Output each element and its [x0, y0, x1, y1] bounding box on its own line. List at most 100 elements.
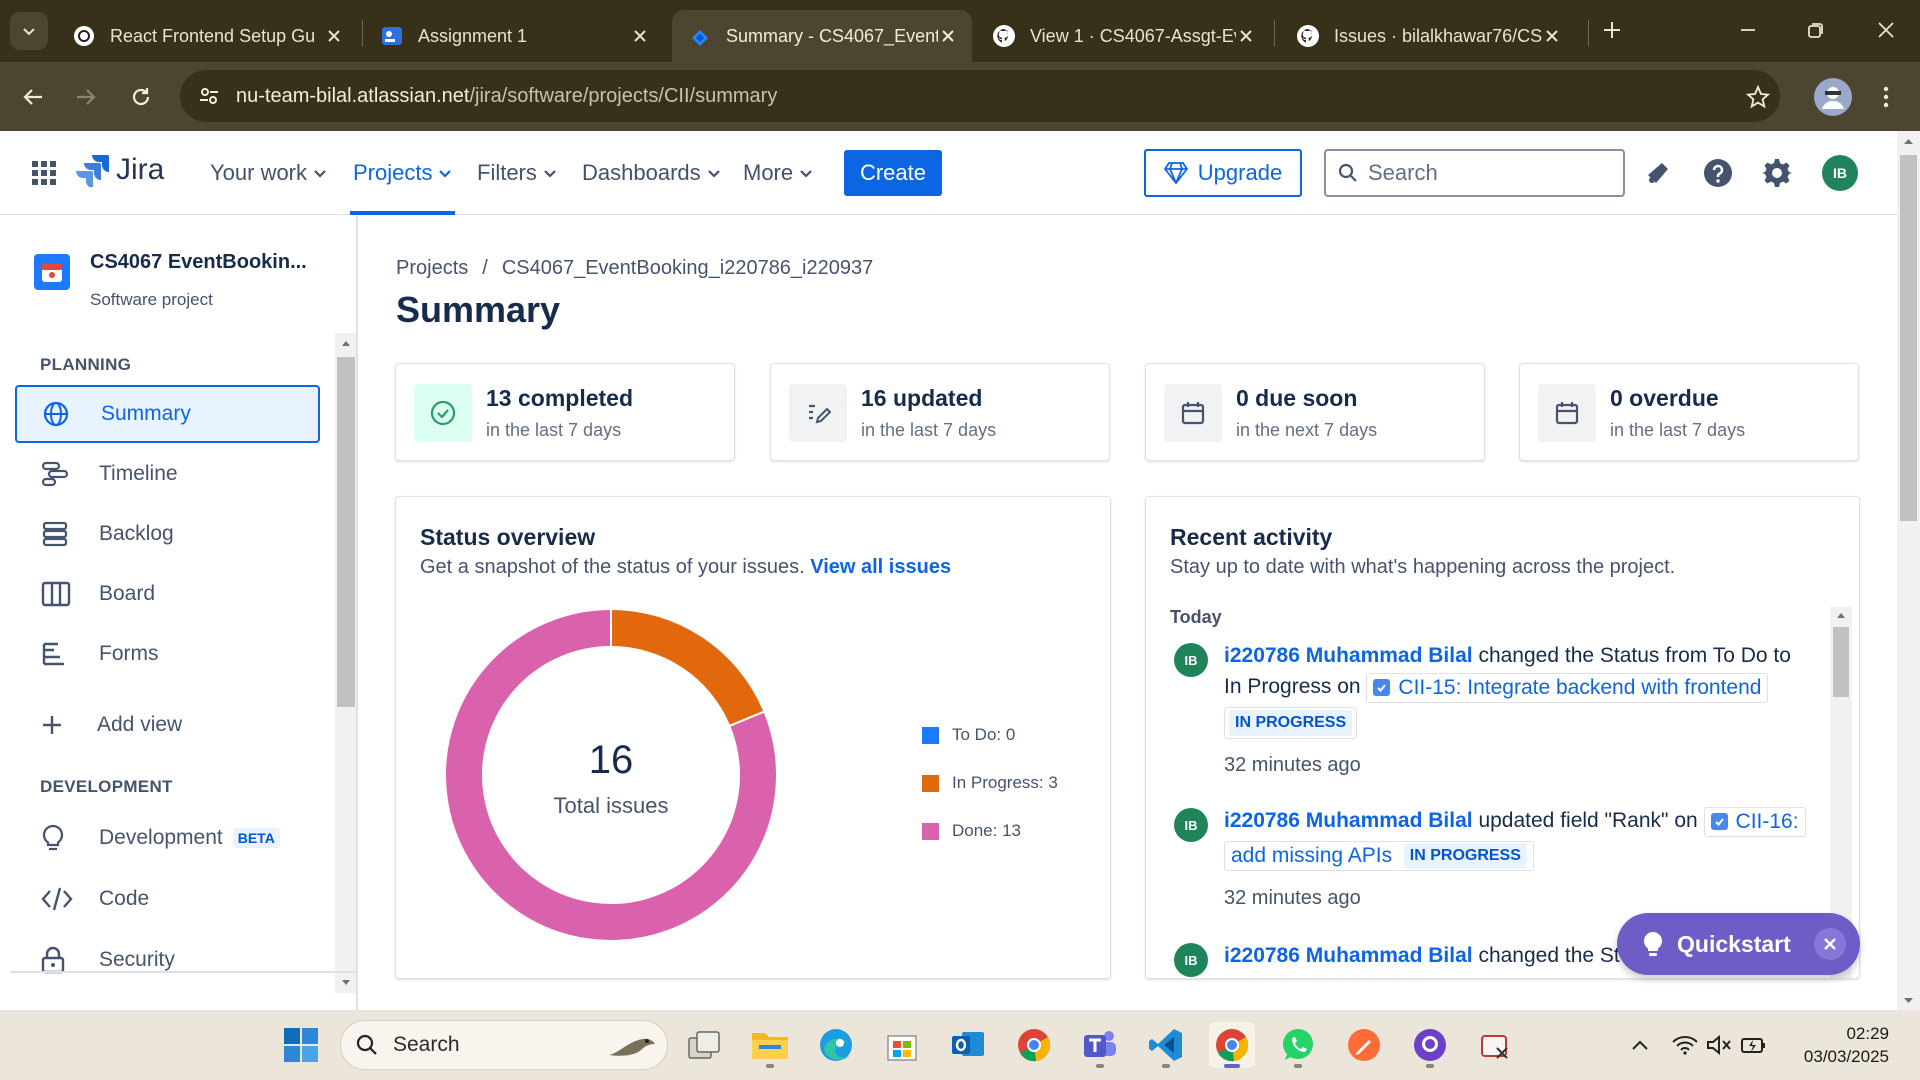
nav-dashboards[interactable]: Dashboards: [582, 151, 721, 195]
breadcrumb-projects[interactable]: Projects: [396, 257, 468, 280]
taskbar-whatsapp[interactable]: [1275, 1022, 1321, 1068]
taskbar-postman[interactable]: [1341, 1022, 1387, 1068]
reload-button[interactable]: [123, 79, 159, 115]
legend-item-todo[interactable]: To Do: 0: [922, 725, 1015, 745]
code-icon: [41, 887, 73, 911]
breadcrumb-project[interactable]: CS4067_EventBooking_i220786_i220937: [502, 257, 873, 280]
sidebar-item-development[interactable]: Development BETA: [15, 809, 320, 867]
create-button[interactable]: Create: [844, 150, 942, 196]
avatar[interactable]: IB: [1174, 643, 1208, 677]
search-field[interactable]: [1324, 149, 1625, 197]
close-tab-icon[interactable]: [938, 26, 958, 46]
taskbar-snipping-tool[interactable]: [1473, 1022, 1519, 1068]
system-tray[interactable]: [1665, 1022, 1773, 1068]
nav-more[interactable]: More: [743, 151, 813, 195]
project-name[interactable]: CS4067 EventBookin...: [90, 251, 307, 274]
back-button[interactable]: [15, 79, 51, 115]
search-input[interactable]: [1368, 160, 1588, 186]
taskbar-file-explorer[interactable]: [747, 1022, 793, 1068]
view-all-issues-link[interactable]: View all issues: [810, 556, 951, 578]
minimize-button[interactable]: [1728, 12, 1768, 48]
task-view-button[interactable]: [681, 1022, 727, 1068]
taskbar-edge[interactable]: [813, 1022, 859, 1068]
tab-list-button[interactable]: [10, 12, 48, 50]
notifications-button[interactable]: [1636, 151, 1680, 195]
app-switcher-button[interactable]: [22, 151, 66, 195]
sidebar-item-code[interactable]: Code: [15, 870, 320, 928]
sidebar-item-timeline[interactable]: Timeline: [15, 445, 320, 503]
sidebar-item-forms[interactable]: Forms: [15, 625, 320, 683]
activity-user-link[interactable]: i220786 Muhammad Bilal: [1224, 644, 1473, 667]
activity-user-link[interactable]: i220786 Muhammad Bilal: [1224, 809, 1473, 832]
avatar[interactable]: IB: [1174, 943, 1208, 977]
sidebar-item-board[interactable]: Board: [15, 565, 320, 623]
taskbar-store[interactable]: [879, 1022, 925, 1068]
stat-card-updated[interactable]: 16 updated in the last 7 days: [770, 363, 1110, 461]
issue-link[interactable]: add missing APIs IN PROGRESS: [1224, 840, 1534, 871]
nav-your-work[interactable]: Your work: [210, 151, 327, 195]
issue-link[interactable]: CII-15: Integrate backend with frontend: [1366, 672, 1769, 703]
browser-tab[interactable]: React Frontend Setup Gu: [56, 10, 358, 62]
jira-logo-text: Jira: [116, 153, 165, 186]
browser-menu-button[interactable]: [1868, 79, 1904, 115]
jira-logo[interactable]: Jira: [76, 153, 164, 187]
close-window-button[interactable]: [1866, 12, 1906, 48]
sidebar-item-security[interactable]: Security: [15, 931, 320, 989]
page-scroll-thumb[interactable]: [1900, 155, 1917, 521]
legend-swatch: [922, 726, 939, 744]
close-icon[interactable]: [1814, 928, 1846, 960]
stat-card-completed[interactable]: 13 completed in the last 7 days: [395, 363, 735, 461]
start-button[interactable]: [278, 1022, 324, 1068]
taskbar-vscode[interactable]: [1143, 1022, 1189, 1068]
show-hidden-icons-button[interactable]: [1617, 1022, 1663, 1068]
restore-button[interactable]: [1796, 12, 1836, 48]
taskbar-clock[interactable]: 02:29 03/03/2025: [1795, 1022, 1889, 1068]
donut-slice-in-progress[interactable]: [610, 607, 766, 728]
activity-user-link[interactable]: i220786 Muhammad Bilal: [1224, 944, 1473, 967]
backlog-icon: [42, 521, 68, 547]
profile-button[interactable]: IB: [1818, 151, 1862, 195]
outlook-icon: [952, 1032, 984, 1056]
browser-tab[interactable]: View 1 · CS4067-Assgt-Ev: [976, 10, 1270, 62]
stat-card-due-soon[interactable]: 0 due soon in the next 7 days: [1145, 363, 1485, 461]
activity-scroll-thumb[interactable]: [1833, 627, 1849, 697]
taskbar-chrome-profile[interactable]: [1209, 1022, 1255, 1068]
new-tab-button[interactable]: [1592, 12, 1632, 48]
forward-button[interactable]: [68, 79, 104, 115]
nav-filters[interactable]: Filters: [477, 151, 557, 195]
nav-projects[interactable]: Projects: [349, 151, 456, 215]
close-tab-icon[interactable]: [324, 26, 344, 46]
issue-link[interactable]: CII-16:: [1703, 806, 1806, 837]
stat-card-overdue[interactable]: 0 overdue in the last 7 days: [1519, 363, 1859, 461]
close-tab-icon[interactable]: [630, 26, 650, 46]
taskbar-teams[interactable]: [1077, 1022, 1123, 1068]
profile-avatar[interactable]: [1814, 78, 1852, 116]
close-tab-icon[interactable]: [1236, 26, 1256, 46]
sidebar-item-backlog[interactable]: Backlog: [15, 505, 320, 563]
legend-item-in-progress[interactable]: In Progress: 3: [922, 773, 1058, 793]
upgrade-button[interactable]: Upgrade: [1144, 149, 1302, 197]
bird-illustration-icon: [609, 1038, 655, 1056]
close-tab-icon[interactable]: [1542, 26, 1562, 46]
help-button[interactable]: [1696, 151, 1740, 195]
browser-tab[interactable]: Assignment 1: [364, 10, 664, 62]
legend-item-done[interactable]: Done: 13: [922, 821, 1021, 841]
tab-title: View 1 · CS4067-Assgt-Ev: [1030, 25, 1236, 46]
sidebar-item-summary[interactable]: Summary: [15, 385, 320, 443]
settings-button[interactable]: [1755, 151, 1799, 195]
page-scrollbar[interactable]: [1897, 131, 1920, 1010]
nav-label: Dashboards: [582, 160, 701, 185]
address-bar[interactable]: nu-team-bilal.atlassian.net/jira/softwar…: [180, 70, 1780, 122]
sidebar-scrollbar[interactable]: [335, 333, 356, 993]
browser-tab[interactable]: Issues · bilalkhawar76/CS: [1280, 10, 1576, 62]
browser-tab-active[interactable]: Summary - CS4067_Event: [672, 10, 972, 62]
avatar[interactable]: IB: [1174, 808, 1208, 842]
quickstart-button[interactable]: Quickstart: [1617, 913, 1860, 975]
add-view-button[interactable]: Add view: [15, 696, 320, 754]
sidebar-scroll-thumb[interactable]: [337, 357, 355, 707]
taskbar-github-desktop[interactable]: [1407, 1022, 1453, 1068]
taskbar-chrome[interactable]: [1011, 1022, 1057, 1068]
taskbar-outlook[interactable]: [945, 1022, 991, 1068]
bookmark-star-button[interactable]: [1740, 79, 1776, 115]
taskbar-search[interactable]: Search: [340, 1020, 668, 1070]
